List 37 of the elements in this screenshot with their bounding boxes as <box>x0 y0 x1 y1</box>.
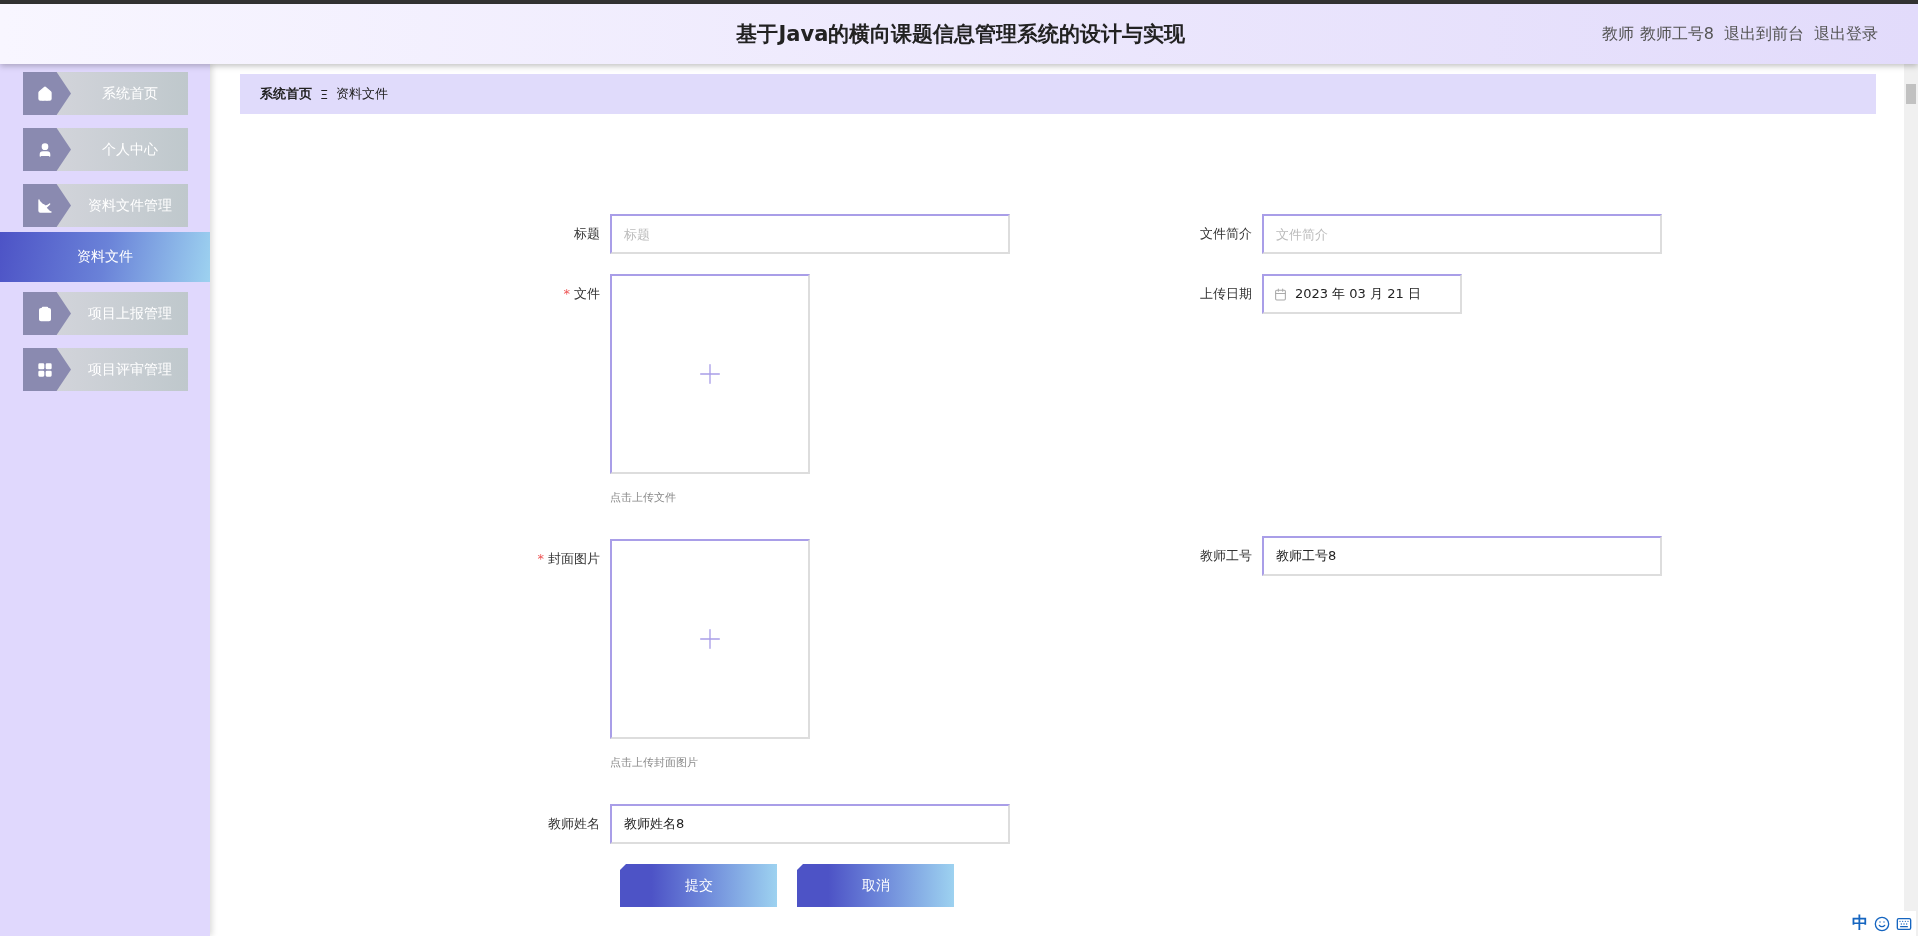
upload-hint: 点击上传文件 <box>610 490 677 505</box>
required-mark: * <box>537 551 544 566</box>
ime-mode[interactable]: 中 <box>1852 913 1868 934</box>
smile-icon[interactable] <box>1874 915 1890 932</box>
input-field[interactable]: 标题 <box>610 214 1010 254</box>
user-icon <box>37 141 53 158</box>
date-field[interactable]: 2023 年 03 月 21 日 <box>1262 274 1462 314</box>
upload-hint: 点击上传封面图片 <box>610 755 699 770</box>
upload-area[interactable] <box>610 274 810 474</box>
sidebar-item[interactable]: 资料文件 <box>0 232 210 282</box>
home-icon <box>37 85 53 102</box>
input-field[interactable]: 文件简介 <box>1262 214 1662 254</box>
breadcrumb-item: 资料文件 <box>336 85 389 103</box>
scrollbar[interactable] <box>1904 64 1918 936</box>
field-label: * 文件 <box>562 285 601 303</box>
upload-area[interactable] <box>610 539 810 739</box>
field-label: 教师工号 <box>1199 547 1253 565</box>
field-label: * 封面图片 <box>536 550 601 568</box>
field-label: 上传日期 <box>1199 285 1253 303</box>
cancel-button[interactable]: 取消 <box>797 864 954 907</box>
header-link[interactable]: 退出登录 <box>1814 23 1878 45</box>
grid-icon <box>37 361 53 378</box>
user-name: 教师工号8 <box>1639 23 1714 45</box>
breadcrumb-separator: Ξ <box>320 86 329 102</box>
breadcrumb-item[interactable]: 系统首页 <box>260 85 312 103</box>
keyboard-icon[interactable] <box>1896 915 1912 932</box>
field-label: 标题 <box>573 225 601 243</box>
field-label: 文件简介 <box>1199 225 1253 243</box>
user-role: 教师 <box>1601 23 1634 45</box>
calendar-icon <box>1274 287 1287 301</box>
field-label: 教师姓名 <box>547 815 601 833</box>
header-link[interactable]: 退出到前台 <box>1724 23 1804 45</box>
system-title: 基于Java的横向课题信息管理系统的设计与实现 <box>735 21 1187 48</box>
input-field[interactable]: 教师姓名8 <box>610 804 1010 844</box>
required-mark: * <box>563 286 570 301</box>
input-field[interactable]: 教师工号8 <box>1262 536 1662 576</box>
submit-button[interactable]: 提交 <box>620 864 777 907</box>
